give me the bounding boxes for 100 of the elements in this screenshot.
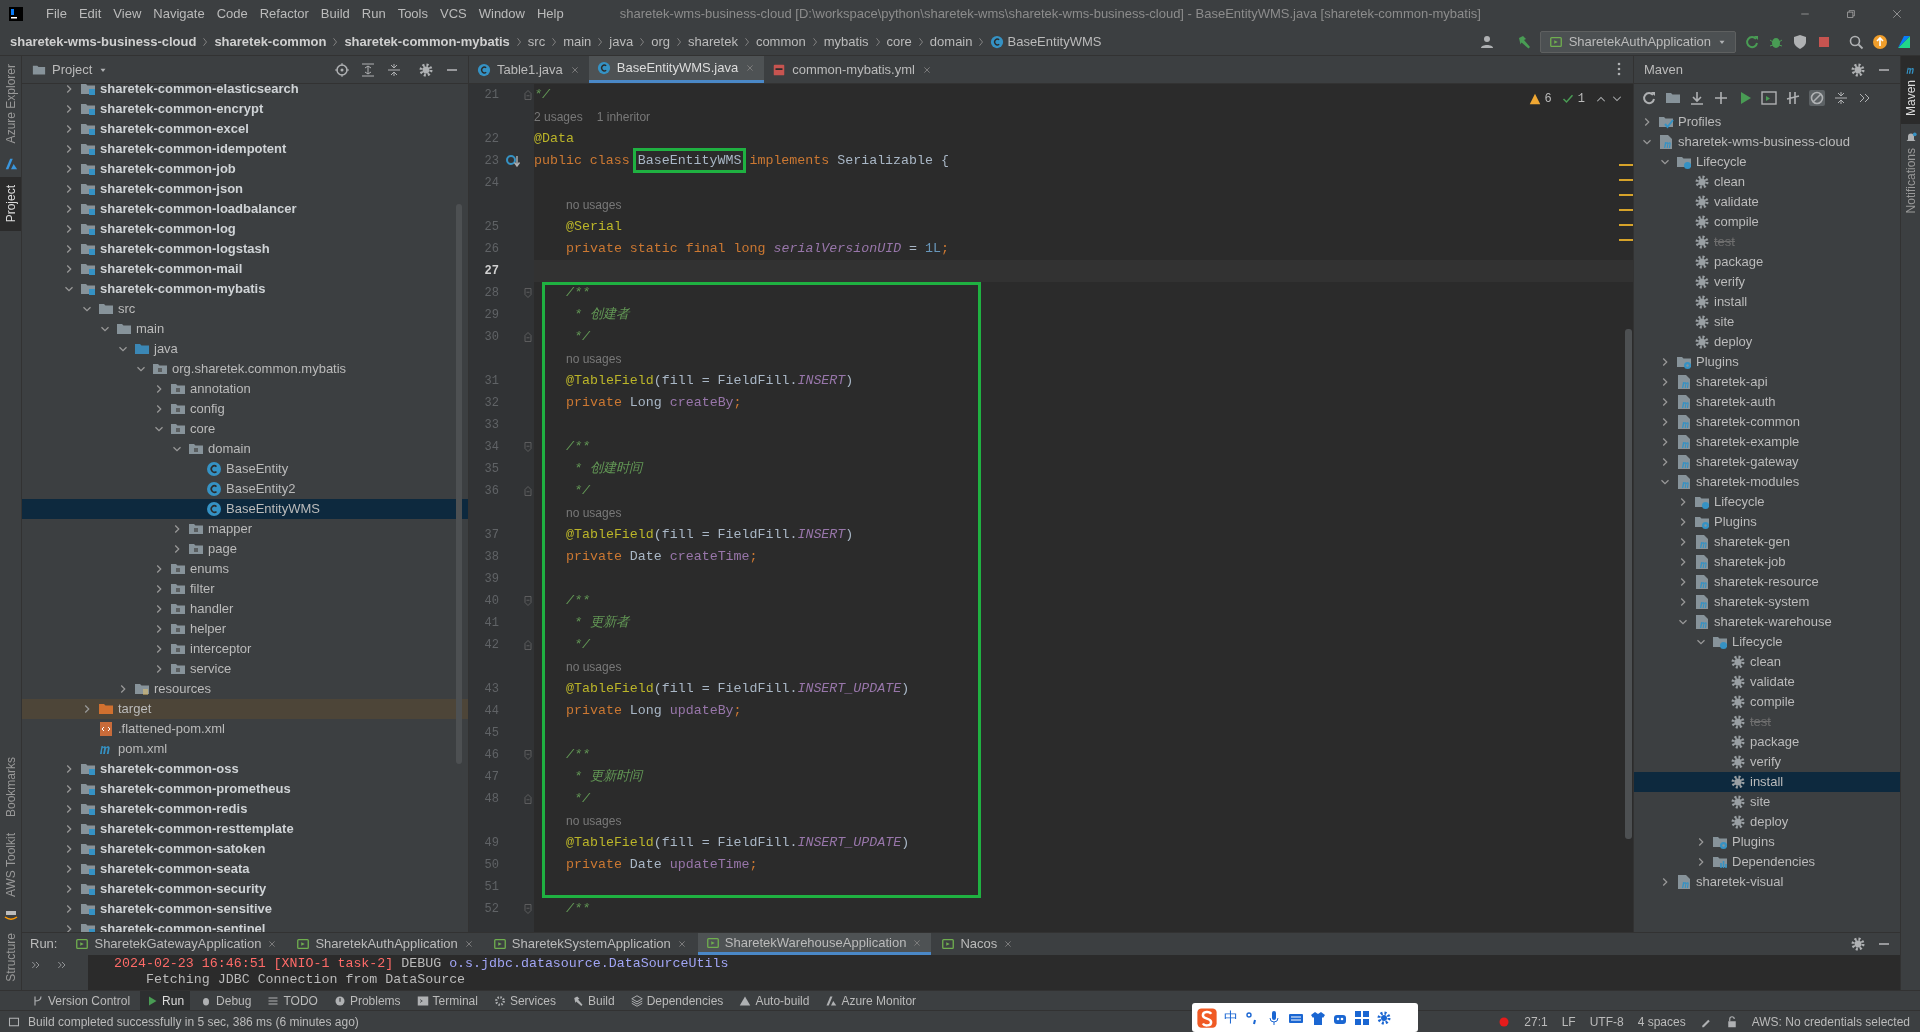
- build-status-icon[interactable]: [8, 1015, 20, 1028]
- menu-item[interactable]: Navigate: [147, 2, 211, 26]
- usage-hint[interactable]: 1 inheritor: [596, 108, 651, 126]
- expand-icon[interactable]: [56, 959, 68, 971]
- implemented-marker-icon[interactable]: [505, 153, 521, 169]
- tree-item[interactable]: .flattened-pom.xml: [22, 719, 468, 739]
- shield-icon[interactable]: [1792, 33, 1808, 50]
- run-configuration-dropdown[interactable]: SharetekAuthApplication: [1539, 30, 1736, 53]
- editor-tab[interactable]: BaseEntityWMS.java: [588, 56, 765, 83]
- add-icon[interactable]: [1713, 90, 1729, 106]
- tree-item[interactable]: package: [1634, 252, 1900, 272]
- tree-item[interactable]: sharetek-common-sensitive: [22, 899, 468, 919]
- tree-item[interactable]: org.sharetek.common.mybatis: [22, 359, 468, 379]
- tree-item[interactable]: validate: [1634, 672, 1900, 692]
- tree-item[interactable]: sharetek-common-job: [22, 159, 468, 179]
- tree-item[interactable]: sharetek-common-excel: [22, 119, 468, 139]
- tree-item[interactable]: clean: [1634, 172, 1900, 192]
- tree-item[interactable]: sharetek-auth: [1634, 392, 1900, 412]
- menu-item[interactable]: VCS: [434, 2, 473, 26]
- tree-item[interactable]: sharetek-common-idempotent: [22, 139, 468, 159]
- collapse-all-icon[interactable]: [1833, 90, 1849, 106]
- tree-item[interactable]: sharetek-common-oss: [22, 759, 468, 779]
- warning-icon[interactable]: [1528, 93, 1541, 105]
- tree-item[interactable]: sharetek-common-resttemplate: [22, 819, 468, 839]
- project-view-dropdown[interactable]: Project: [32, 59, 109, 80]
- expand-icon[interactable]: [30, 959, 42, 971]
- tree-item[interactable]: BaseEntityWMS: [22, 499, 468, 519]
- tool-window-tab[interactable]: Debug: [194, 990, 258, 1011]
- fold-start-icon[interactable]: [522, 749, 534, 761]
- breadcrumb[interactable]: java: [609, 30, 634, 53]
- usage-hint[interactable]: no usages: [534, 350, 622, 368]
- tree-item[interactable]: sharetek-gateway: [1634, 452, 1900, 472]
- tree-item[interactable]: interceptor: [22, 639, 468, 659]
- breadcrumb[interactable]: sharetek: [688, 30, 738, 53]
- tree-item[interactable]: sharetek-common-mybatis: [22, 279, 468, 299]
- skip-tests-icon[interactable]: [1809, 90, 1825, 106]
- breadcrumb[interactable]: sharetek-wms-business-cloud: [10, 30, 197, 53]
- breadcrumb[interactable]: main: [563, 30, 592, 53]
- tree-item[interactable]: site: [1634, 312, 1900, 332]
- warning-count[interactable]: 6: [1544, 90, 1552, 108]
- breadcrumb[interactable]: core: [886, 30, 912, 53]
- menu-item[interactable]: Code: [210, 2, 254, 26]
- tree-item[interactable]: sharetek-common-elasticsearch: [22, 84, 468, 99]
- tree-item[interactable]: sharetek-gen: [1634, 532, 1900, 552]
- tool-window-tab[interactable]: Build: [565, 990, 621, 1011]
- azure-icon[interactable]: [3, 157, 18, 172]
- breadcrumb[interactable]: mybatis: [823, 30, 869, 53]
- fold-end-icon[interactable]: [522, 793, 534, 805]
- menu-item[interactable]: Window: [472, 2, 531, 26]
- tool-window-tab[interactable]: Project: [0, 177, 21, 231]
- tree-item[interactable]: install: [1634, 772, 1900, 792]
- tree-item[interactable]: BaseEntity2: [22, 479, 468, 499]
- tree-item[interactable]: main: [22, 319, 468, 339]
- tree-item[interactable]: sharetek-common-mail: [22, 259, 468, 279]
- application-tab[interactable]: Nacos: [933, 933, 1023, 955]
- breadcrumb[interactable]: domain: [929, 30, 973, 53]
- application-tab[interactable]: SharetekSystemApplication: [484, 933, 696, 955]
- rerun-icon[interactable]: [1744, 33, 1760, 50]
- tree-item[interactable]: resources: [22, 679, 468, 699]
- tree-item[interactable]: sharetek-common-json: [22, 179, 468, 199]
- tree-item[interactable]: package: [1634, 732, 1900, 752]
- tree-item[interactable]: Plugins: [1634, 512, 1900, 532]
- shirt-icon[interactable]: [1310, 1009, 1326, 1026]
- tool-window-tab[interactable]: Problems: [327, 990, 407, 1011]
- tree-item[interactable]: service: [22, 659, 468, 679]
- tree-item[interactable]: clean: [1634, 652, 1900, 672]
- tree-item[interactable]: compile: [1634, 212, 1900, 232]
- fold-start-icon[interactable]: [522, 595, 534, 607]
- tree-item[interactable]: Profiles: [1634, 112, 1900, 132]
- usage-hint[interactable]: no usages: [534, 812, 622, 830]
- locate-icon[interactable]: [334, 61, 350, 78]
- lock-icon[interactable]: [1725, 1015, 1738, 1028]
- grid-icon[interactable]: [1354, 1009, 1370, 1026]
- breadcrumb[interactable]: src: [527, 30, 546, 53]
- breadcrumb[interactable]: BaseEntityWMS: [990, 30, 1102, 53]
- menu-item[interactable]: Edit: [72, 2, 108, 26]
- menu-item[interactable]: File: [40, 2, 73, 26]
- tree-item[interactable]: sharetek-resource: [1634, 572, 1900, 592]
- fold-start-icon[interactable]: [522, 441, 534, 453]
- tree-item[interactable]: Dependencies: [1634, 852, 1900, 872]
- fold-start-icon[interactable]: [522, 903, 534, 915]
- tree-item[interactable]: sharetek-common-log: [22, 219, 468, 239]
- check-icon[interactable]: [1561, 93, 1574, 105]
- collapse-all-icon[interactable]: [386, 61, 402, 78]
- tool-window-tab[interactable]: Auto-build: [733, 990, 816, 1011]
- application-tab[interactable]: SharetekWarehouseApplication: [697, 933, 932, 955]
- tree-item[interactable]: deploy: [1634, 812, 1900, 832]
- tree-item[interactable]: config: [22, 399, 468, 419]
- tree-item[interactable]: sharetek-common-satoken: [22, 839, 468, 859]
- tree-item[interactable]: sharetek-wms-business-cloud: [1634, 132, 1900, 152]
- tree-item[interactable]: validate: [1634, 192, 1900, 212]
- microphone-icon[interactable]: [1266, 1009, 1282, 1026]
- tree-item[interactable]: sharetek-modules: [1634, 472, 1900, 492]
- tree-item[interactable]: page: [22, 539, 468, 559]
- tree-item[interactable]: site: [1634, 792, 1900, 812]
- breadcrumb[interactable]: org: [651, 30, 670, 53]
- tool-window-tab[interactable]: Services: [487, 990, 562, 1011]
- tree-item[interactable]: sharetek-visual: [1634, 872, 1900, 892]
- tool-window-tab[interactable]: Notifications: [1901, 124, 1920, 222]
- tree-item[interactable]: deploy: [1634, 332, 1900, 352]
